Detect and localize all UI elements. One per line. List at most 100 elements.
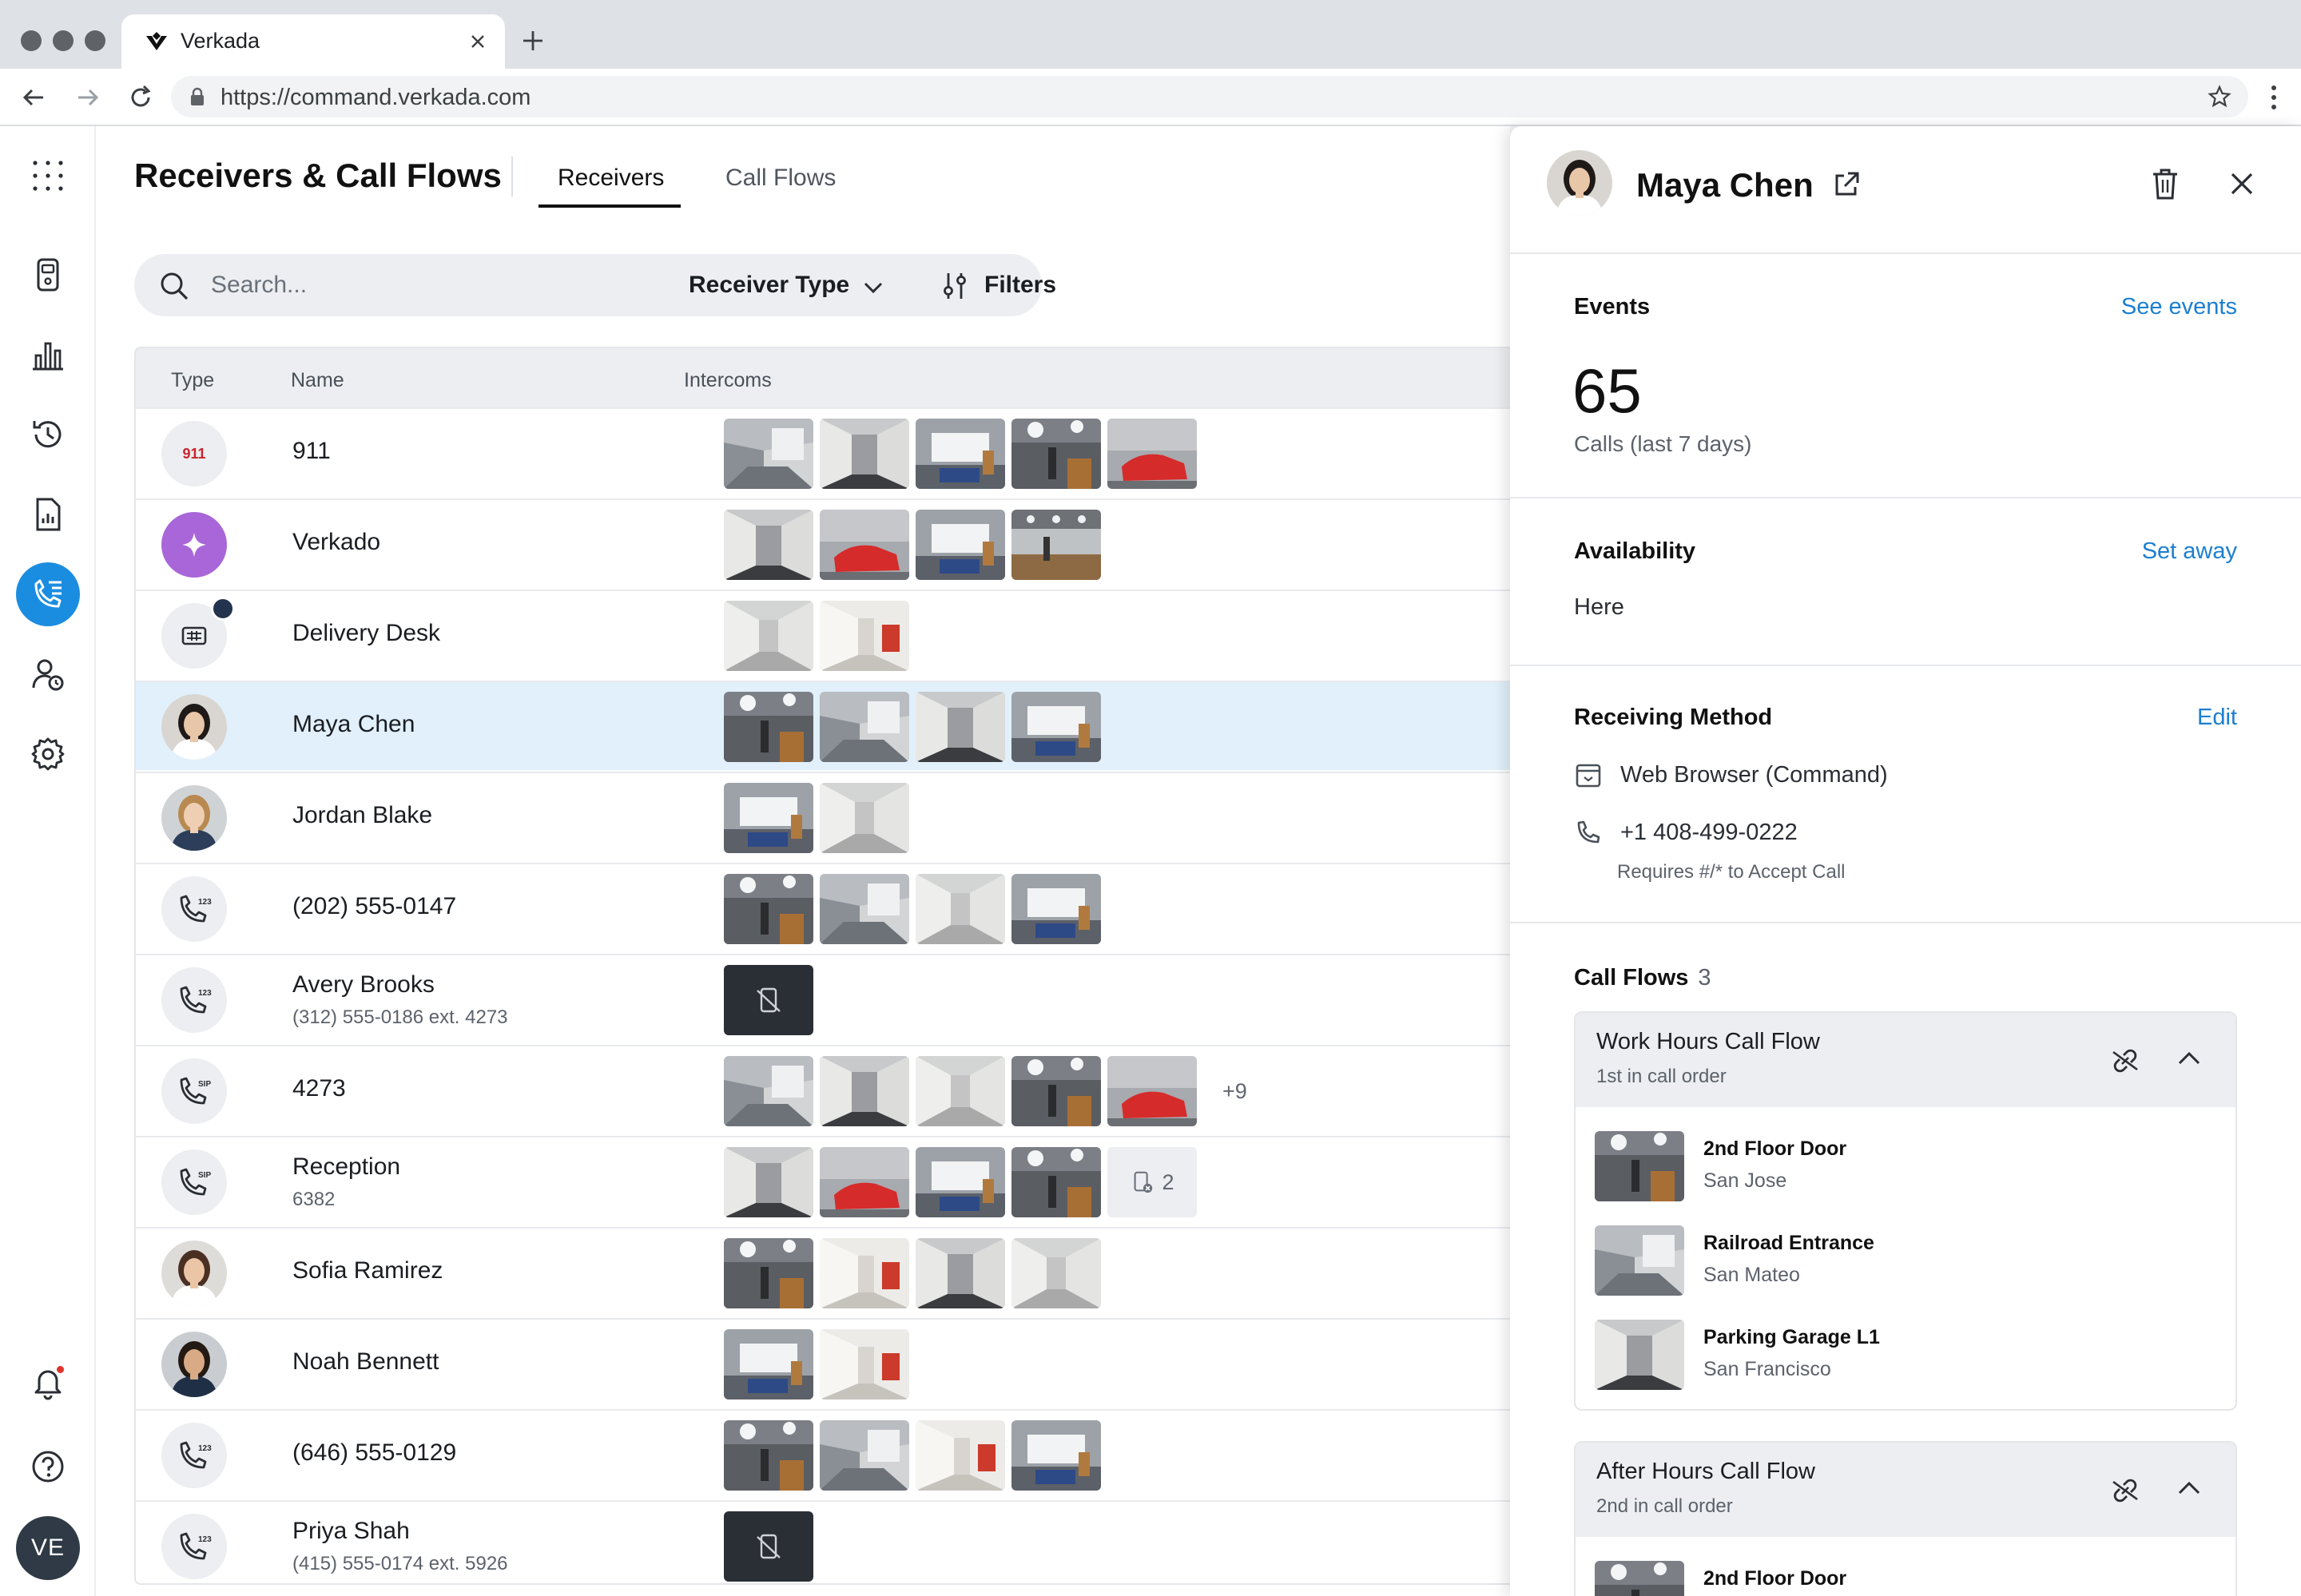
- intercom-thumbnail[interactable]: [820, 783, 909, 853]
- close-tab-icon[interactable]: [465, 29, 491, 54]
- more-intercoms-count[interactable]: +9: [1222, 1079, 1247, 1104]
- intercom-thumbnail[interactable]: [820, 1147, 909, 1217]
- table-row[interactable]: SIP Reception 6382 2: [136, 1136, 1510, 1225]
- call-flow-header[interactable]: After Hours Call Flow 2nd in call order: [1576, 1443, 2235, 1537]
- intercom-thumbnail[interactable]: [724, 1238, 813, 1308]
- search-input[interactable]: [211, 265, 586, 305]
- camera-offline-thumbnail[interactable]: [724, 965, 813, 1035]
- user-access-icon[interactable]: [24, 650, 72, 698]
- call-flow-item[interactable]: 2nd Floor Door San Jose: [1576, 1107, 2235, 1201]
- analytics-icon[interactable]: [24, 331, 72, 379]
- tab-receivers[interactable]: Receivers: [558, 165, 664, 192]
- call-flow-item[interactable]: Parking Garage L1 San Francisco: [1576, 1296, 2235, 1390]
- window-close-dot[interactable]: [21, 30, 42, 51]
- call-flow-item[interactable]: Railroad Entrance San Mateo: [1576, 1201, 2235, 1296]
- close-panel-icon[interactable]: [2226, 168, 2258, 200]
- intercom-thumbnail[interactable]: [916, 1147, 1005, 1217]
- external-link-icon[interactable]: [1831, 169, 1862, 200]
- intercom-thumbnail[interactable]: [1011, 692, 1101, 762]
- table-row[interactable]: 123 Avery Brooks (312) 555-0186 ext. 4273: [136, 954, 1510, 1043]
- browser-menu-icon[interactable]: [2269, 83, 2279, 112]
- apps-grid-icon[interactable]: [24, 152, 72, 200]
- intercom-thumbnail[interactable]: [820, 692, 909, 762]
- camera-offline-thumbnail[interactable]: [724, 1511, 813, 1582]
- intercom-thumbnail[interactable]: [724, 1420, 813, 1491]
- intercom-thumbnail[interactable]: [1011, 510, 1101, 580]
- intercom-thumbnail[interactable]: [1107, 1056, 1197, 1126]
- intercom-thumbnail[interactable]: [916, 510, 1005, 580]
- reports-icon[interactable]: [24, 490, 72, 538]
- table-row[interactable]: 123 (202) 555-0147: [136, 863, 1510, 952]
- table-row[interactable]: Jordan Blake: [136, 772, 1510, 861]
- table-row[interactable]: SIP 4273 +9: [136, 1045, 1510, 1134]
- address-bar[interactable]: https://command.verkada.com: [171, 76, 2248, 117]
- help-icon[interactable]: [24, 1443, 72, 1491]
- intercom-thumbnail[interactable]: [916, 1238, 1005, 1308]
- bookmark-star-icon[interactable]: [2207, 84, 2232, 109]
- intercom-thumbnail[interactable]: [724, 874, 813, 944]
- set-away-link[interactable]: Set away: [2142, 538, 2237, 565]
- user-avatar[interactable]: VE: [16, 1516, 80, 1580]
- edit-method-link[interactable]: Edit: [2197, 705, 2237, 731]
- intercom-thumbnail[interactable]: [916, 1056, 1005, 1126]
- chevron-up-icon[interactable]: [2175, 1045, 2204, 1074]
- intercom-thumbnail[interactable]: [820, 601, 909, 671]
- intercom-thumbnail[interactable]: [724, 783, 813, 853]
- see-events-link[interactable]: See events: [2121, 294, 2237, 320]
- intercom-thumbnail[interactable]: [820, 1420, 909, 1491]
- delete-trash-icon[interactable]: [2149, 166, 2181, 201]
- table-row[interactable]: Sofia Ramirez: [136, 1227, 1510, 1316]
- unlink-icon[interactable]: [2109, 1045, 2141, 1077]
- call-flow-header[interactable]: Work Hours Call Flow 1st in call order: [1576, 1013, 2235, 1107]
- table-row[interactable]: 123 Priya Shah (415) 555-0174 ext. 5926: [136, 1500, 1510, 1583]
- intercom-thumbnail[interactable]: [724, 419, 813, 489]
- intercom-thumbnail[interactable]: [820, 1238, 909, 1308]
- tab-call-flows[interactable]: Call Flows: [725, 165, 836, 192]
- settings-gear-icon[interactable]: [24, 730, 72, 778]
- table-row[interactable]: Delivery Desk: [136, 590, 1510, 679]
- intercom-thumbnail[interactable]: [820, 510, 909, 580]
- intercom-thumbnail[interactable]: [724, 692, 813, 762]
- new-tab-icon[interactable]: [519, 27, 546, 54]
- offline-intercom-count[interactable]: 2: [1107, 1147, 1197, 1217]
- table-row[interactable]: 911 911: [136, 407, 1510, 497]
- intercom-thumbnail[interactable]: [820, 1329, 909, 1399]
- window-minimize-dot[interactable]: [53, 30, 74, 51]
- intercom-thumbnail[interactable]: [820, 874, 909, 944]
- intercom-thumbnail[interactable]: [724, 601, 813, 671]
- table-row[interactable]: Maya Chen: [136, 681, 1510, 770]
- intercom-thumbnail[interactable]: [916, 1420, 1005, 1491]
- intercom-thumbnail[interactable]: [724, 510, 813, 580]
- reload-icon[interactable]: [126, 83, 155, 112]
- call-flow-card[interactable]: Work Hours Call Flow 1st in call order 2…: [1574, 1011, 2237, 1411]
- filters-button[interactable]: Filters: [984, 272, 1056, 299]
- chevron-up-icon[interactable]: [2175, 1475, 2204, 1503]
- forward-arrow-icon[interactable]: [74, 83, 102, 112]
- window-zoom-dot[interactable]: [85, 30, 105, 51]
- intercom-thumbnail[interactable]: [916, 419, 1005, 489]
- back-arrow-icon[interactable]: [19, 83, 48, 112]
- receiver-type-dropdown[interactable]: Receiver Type: [689, 272, 849, 299]
- intercom-thumbnail[interactable]: [820, 1056, 909, 1126]
- intercom-thumbnail[interactable]: [1011, 1056, 1101, 1126]
- chevron-down-icon[interactable]: [861, 276, 885, 300]
- calls-icon[interactable]: [16, 562, 80, 626]
- intercom-thumbnail[interactable]: [1107, 419, 1197, 489]
- intercom-thumbnail[interactable]: [916, 692, 1005, 762]
- table-row[interactable]: Noah Bennett: [136, 1318, 1510, 1407]
- intercom-thumbnail[interactable]: [1011, 419, 1101, 489]
- intercom-thumbnail[interactable]: [916, 874, 1005, 944]
- table-row[interactable]: 123 (646) 555-0129: [136, 1409, 1510, 1499]
- devices-icon[interactable]: [24, 251, 72, 299]
- intercom-thumbnail[interactable]: [1011, 1147, 1101, 1217]
- table-row[interactable]: Verkado: [136, 498, 1510, 588]
- notifications-bell-icon[interactable]: [24, 1358, 72, 1406]
- intercom-thumbnail[interactable]: [1011, 874, 1101, 944]
- history-icon[interactable]: [24, 411, 72, 459]
- browser-tab[interactable]: Verkada: [121, 14, 505, 69]
- intercom-thumbnail[interactable]: [1011, 1238, 1101, 1308]
- intercom-thumbnail[interactable]: [1011, 1420, 1101, 1491]
- intercom-thumbnail[interactable]: [820, 419, 909, 489]
- call-flow-item[interactable]: 2nd Floor Door: [1576, 1537, 2235, 1596]
- filters-sliders-icon[interactable]: [941, 270, 968, 302]
